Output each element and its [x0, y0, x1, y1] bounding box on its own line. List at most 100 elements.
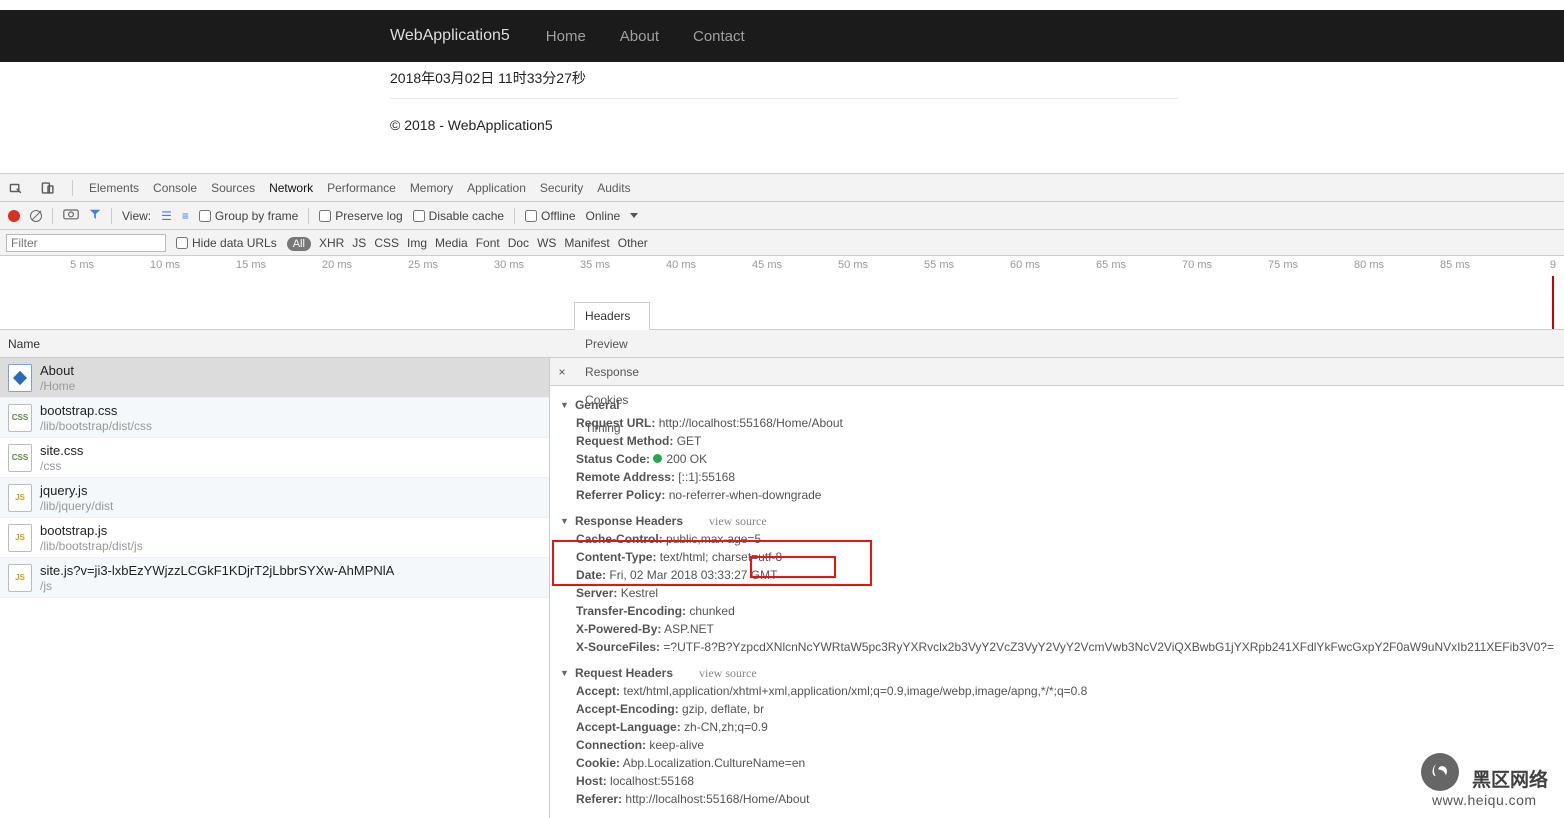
timeline[interactable]: 5 ms10 ms15 ms20 ms25 ms30 ms35 ms40 ms4… [0, 256, 1564, 330]
tab-console[interactable]: Console [153, 181, 197, 195]
filter-type-js[interactable]: JS [352, 236, 366, 250]
header-row: Content-Type: text/html; charset=utf-8 [560, 548, 1554, 566]
header-row: Accept: text/html,application/xhtml+xml,… [560, 682, 1554, 700]
timeline-tick: 9 [1470, 259, 1556, 271]
watermark: 黑区网络 www.heiqu.com [1421, 753, 1548, 808]
filter-input[interactable] [6, 234, 166, 252]
header-row: Host: localhost:55168 [560, 772, 1554, 790]
filter-type-img[interactable]: Img [407, 236, 427, 250]
header-row: Cache-Control: public,max-age=5 [560, 530, 1554, 548]
timeline-tick: 60 ms [954, 259, 1040, 271]
device-toggle-icon[interactable] [40, 180, 56, 196]
filter-type-manifest[interactable]: Manifest [564, 236, 609, 250]
timeline-tick: 20 ms [266, 259, 352, 271]
section-response-headers[interactable]: Response Headersview source [560, 512, 1554, 530]
close-icon[interactable]: × [550, 365, 574, 379]
timeline-tick: 5 ms [8, 259, 94, 271]
filter-type-xhr[interactable]: XHR [319, 236, 344, 250]
timeline-tick: 10 ms [94, 259, 180, 271]
brand-link[interactable]: WebApplication5 [390, 27, 510, 45]
js-file-icon: JS [8, 484, 32, 512]
hide-data-urls-checkbox[interactable]: Hide data URLs [176, 236, 277, 250]
tab-memory[interactable]: Memory [410, 181, 453, 195]
header-row: Remote Address: [::1]:55168 [560, 468, 1554, 486]
offline-checkbox[interactable]: Offline [525, 209, 575, 223]
filter-type-other[interactable]: Other [618, 236, 648, 250]
timeline-tick: 15 ms [180, 259, 266, 271]
tab-security[interactable]: Security [540, 181, 583, 195]
details-tab-response[interactable]: Response [574, 358, 650, 386]
details-tab-preview[interactable]: Preview [574, 330, 650, 358]
screenshot-icon[interactable] [63, 208, 79, 223]
tab-elements[interactable]: Elements [89, 181, 139, 195]
throttle-select[interactable]: Online [586, 209, 621, 223]
large-rows-icon[interactable]: ☰ [161, 209, 172, 223]
nav-about[interactable]: About [620, 28, 659, 45]
filter-type-media[interactable]: Media [435, 236, 468, 250]
request-row[interactable]: JSbootstrap.js/lib/bootstrap/dist/js [0, 518, 549, 558]
waterfall-icon[interactable]: ≡ [182, 209, 189, 223]
divider [390, 98, 1178, 99]
view-source-link[interactable]: view source [709, 512, 767, 530]
timeline-tick: 35 ms [524, 259, 610, 271]
request-list: About/HomeCSSbootstrap.css/lib/bootstrap… [0, 358, 550, 818]
timeline-tick: 30 ms [438, 259, 524, 271]
filter-type-all[interactable]: All [287, 237, 311, 251]
tab-sources[interactable]: Sources [211, 181, 255, 195]
timeline-tick: 75 ms [1212, 259, 1298, 271]
request-row[interactable]: CSSbootstrap.css/lib/bootstrap/dist/css [0, 398, 549, 438]
timeline-end-marker [1552, 276, 1554, 329]
timeline-tick: 50 ms [782, 259, 868, 271]
disable-cache-checkbox[interactable]: Disable cache [413, 209, 504, 223]
app-navbar: WebApplication5 Home About Contact [0, 10, 1564, 62]
page-footer: © 2018 - WebApplication5 [390, 117, 1564, 173]
request-row[interactable]: CSSsite.css/css [0, 438, 549, 478]
page-body: 2018年03月02日 11时33分27秒 © 2018 - WebApplic… [0, 62, 1564, 173]
page-timestamp: 2018年03月02日 11时33分27秒 [390, 62, 1564, 98]
chevron-down-icon[interactable] [630, 213, 638, 218]
section-general[interactable]: General [560, 396, 1554, 414]
nav-contact[interactable]: Contact [693, 28, 745, 45]
record-button[interactable] [8, 210, 20, 222]
group-by-frame-checkbox[interactable]: Group by frame [199, 209, 298, 223]
tab-performance[interactable]: Performance [327, 181, 396, 195]
tab-network[interactable]: Network [269, 181, 313, 195]
browser-urlbar [0, 0, 1564, 10]
header-row: Status Code: 200 OK [560, 450, 1554, 468]
header-row: Cookie: Abp.Localization.CultureName=en [560, 754, 1554, 772]
view-label: View: [122, 209, 151, 223]
tab-application[interactable]: Application [467, 181, 526, 195]
clear-button[interactable] [30, 210, 42, 222]
header-row: Referer: http://localhost:55168/Home/Abo… [560, 790, 1554, 808]
filter-type-css[interactable]: CSS [374, 236, 399, 250]
tab-audits[interactable]: Audits [597, 181, 630, 195]
css-file-icon: CSS [8, 404, 32, 432]
filter-type-font[interactable]: Font [476, 236, 500, 250]
request-row[interactable]: JSsite.js?v=ji3-lxbEzYWjzzLCGkF1KDjrT2jL… [0, 558, 549, 598]
section-request-headers[interactable]: Request Headersview source [560, 664, 1554, 682]
header-row: Date: Fri, 02 Mar 2018 03:33:27 GMT [560, 566, 1554, 584]
request-row[interactable]: About/Home [0, 358, 549, 398]
filter-type-doc[interactable]: Doc [508, 236, 529, 250]
header-row: Connection: keep-alive [560, 736, 1554, 754]
filter-toggle-icon[interactable] [89, 208, 101, 223]
view-source-link[interactable]: view source [699, 664, 757, 682]
request-row[interactable]: JSjquery.js/lib/jquery/dist [0, 478, 549, 518]
document-icon [8, 364, 32, 392]
details-tab-headers[interactable]: Headers [574, 302, 650, 330]
header-row: Server: Kestrel [560, 584, 1554, 602]
filter-type-ws[interactable]: WS [537, 236, 556, 250]
timeline-tick: 40 ms [610, 259, 696, 271]
preserve-log-checkbox[interactable]: Preserve log [319, 209, 402, 223]
timeline-tick: 80 ms [1298, 259, 1384, 271]
inspect-icon[interactable] [8, 180, 24, 196]
header-row: Request Method: GET [560, 432, 1554, 450]
timeline-tick: 85 ms [1384, 259, 1470, 271]
header-row: X-SourceFiles: =?UTF-8?B?YzpcdXNlcnNcYWR… [560, 638, 1554, 656]
js-file-icon: JS [8, 564, 32, 592]
header-row: Accept-Encoding: gzip, deflate, br [560, 700, 1554, 718]
name-column-header[interactable]: Name [0, 330, 1564, 358]
details-tabs: × HeadersPreviewResponseCookiesTiming [550, 358, 1564, 386]
filter-bar: Hide data URLs All XHR JS CSS Img Media Font Do… [0, 230, 1564, 256]
nav-home[interactable]: Home [546, 28, 586, 45]
